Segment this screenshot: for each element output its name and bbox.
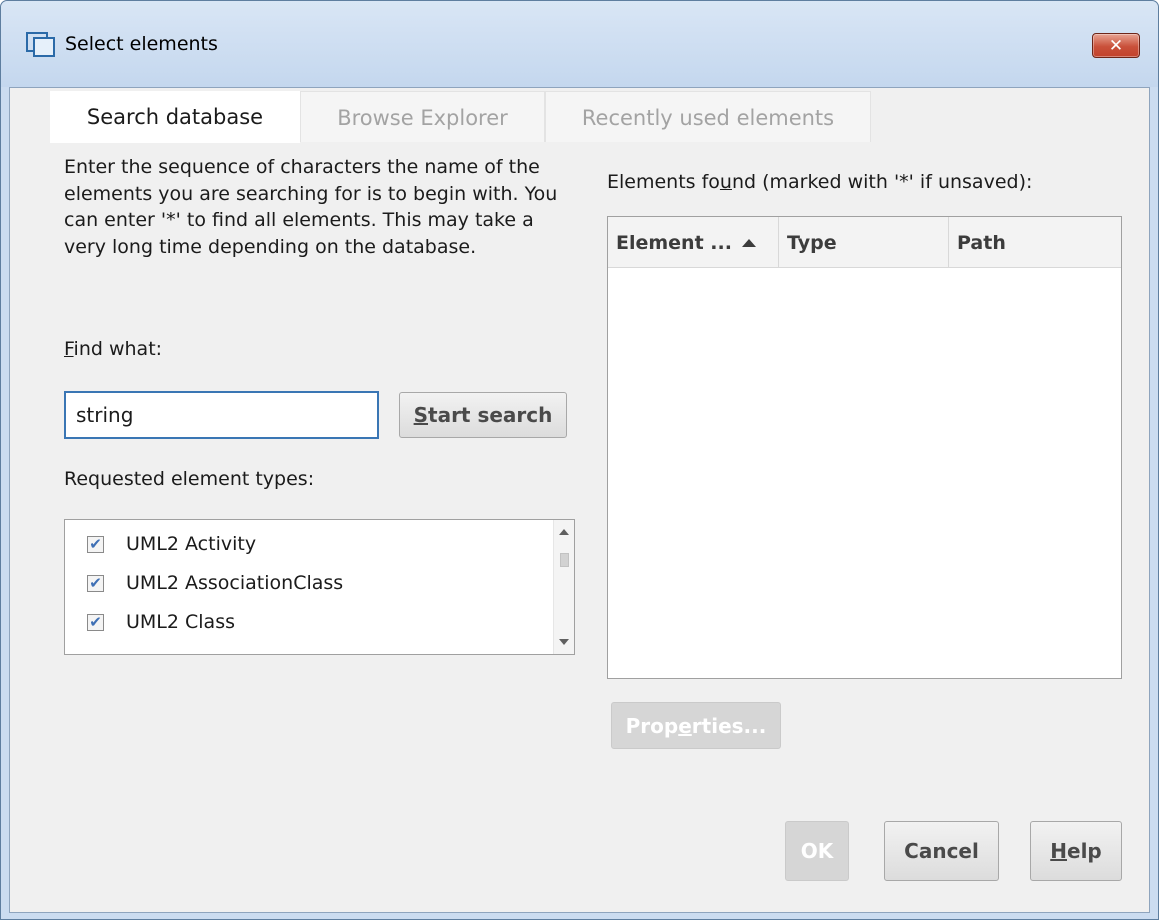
column-header-element-label: Element ... (616, 231, 732, 254)
properties-part2: rties... (691, 713, 767, 738)
elements-found-part2: nd (marked with '*' if unsaved): (731, 171, 1033, 193)
checkbox-checked-icon[interactable]: ✔ (87, 613, 104, 631)
results-header: Element ... Type Path (608, 217, 1121, 268)
elements-found-part1: Elements fo (607, 171, 720, 193)
find-what-input[interactable]: string (64, 391, 379, 439)
find-what-label: Find what: (64, 338, 163, 360)
element-type-label: UML2 AssociationClass (126, 572, 344, 594)
title-bar[interactable]: Select elements ✕ (1, 1, 1158, 87)
help-button-text: elp (1067, 839, 1102, 863)
column-header-type[interactable]: Type (779, 217, 949, 268)
types-scrollbar[interactable] (553, 520, 574, 654)
element-types-label: Requested element types: (64, 468, 315, 490)
close-button[interactable]: ✕ (1092, 33, 1140, 58)
checkbox-checked-icon[interactable]: ✔ (87, 535, 104, 553)
properties-part1: Prop (625, 713, 679, 738)
scroll-thumb[interactable] (560, 553, 569, 567)
select-elements-dialog: Select elements ✕ Search database Browse… (0, 0, 1159, 920)
tab-recently-used[interactable]: Recently used elements (545, 91, 871, 143)
search-description: Enter the sequence of characters the nam… (64, 156, 558, 258)
cancel-button[interactable]: Cancel (884, 821, 999, 881)
window-title: Select elements (65, 33, 218, 55)
tab-search-database[interactable]: Search database (50, 91, 300, 143)
window-icon (26, 32, 55, 57)
scroll-up-icon[interactable] (559, 529, 569, 535)
results-table[interactable]: Element ... Type Path (607, 216, 1122, 679)
start-search-button-text: tart search (428, 403, 553, 427)
element-type-label: UML2 Activity (126, 533, 257, 555)
column-header-element[interactable]: Element ... (608, 217, 779, 268)
element-types-list[interactable]: ✔ UML2 Activity ✔ UML2 AssociationClass … (64, 519, 575, 655)
sort-ascending-icon (741, 238, 756, 247)
elements-found-label: Elements found (marked with '*' if unsav… (607, 171, 1033, 193)
find-what-label-text: ind what: (73, 338, 163, 360)
dialog-client-area: Search database Browse Explorer Recently… (9, 87, 1150, 913)
tab-browse-explorer[interactable]: Browse Explorer (300, 91, 545, 143)
ok-button[interactable]: OK (785, 821, 849, 881)
checkbox-checked-icon[interactable]: ✔ (87, 574, 104, 592)
element-type-label: UML2 Class (126, 611, 235, 633)
list-item[interactable]: ✔ UML2 Activity (87, 529, 256, 559)
list-item[interactable]: ✔ UML2 AssociationClass (87, 568, 343, 598)
list-item[interactable]: ✔ UML2 Class (87, 607, 235, 637)
scroll-down-icon[interactable] (559, 639, 569, 645)
start-search-button[interactable]: Start search (399, 392, 567, 438)
help-button[interactable]: Help (1030, 821, 1122, 881)
properties-button[interactable]: Prop e rties... (611, 702, 781, 749)
column-header-path[interactable]: Path (949, 217, 1121, 268)
